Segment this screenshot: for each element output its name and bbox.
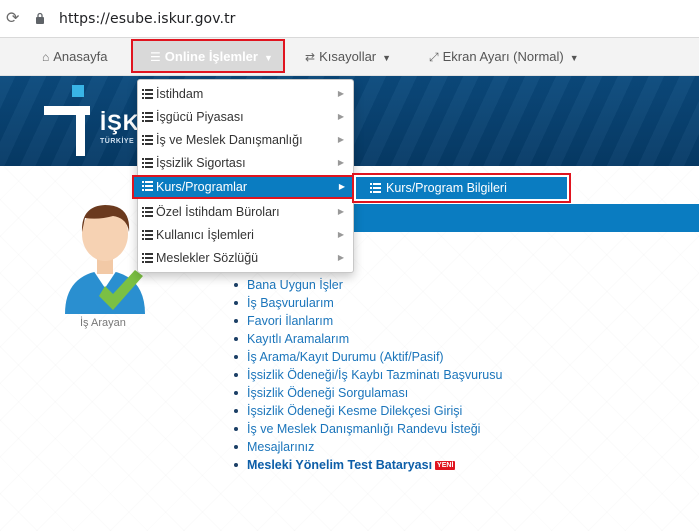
chevron-right-icon: ▶	[337, 253, 344, 262]
logo-text: İŞK	[100, 110, 140, 135]
submenu-item-label: Kurs/Program Bilgileri	[386, 181, 507, 195]
list-icon	[142, 158, 153, 168]
new-badge: YENİ	[435, 461, 456, 470]
list-icon	[142, 207, 153, 217]
list-icon	[370, 183, 381, 193]
menu-item-label: Meslekler Sözlüğü	[156, 251, 259, 265]
chevron-right-icon: ▶	[337, 158, 344, 167]
expand-icon: ⤢	[429, 50, 439, 64]
link-messages[interactable]: Mesajlarınız	[231, 438, 502, 456]
menu-item-label: İşsizlik Sigortası	[156, 156, 246, 170]
link-vocational-test[interactable]: Mesleki Yönelim Test Bataryası YENİ	[231, 456, 502, 474]
link-saved-searches[interactable]: Kayıtlı Aramalarım	[231, 330, 502, 348]
caret-down-icon: ▼	[263, 52, 273, 63]
list-icon	[142, 181, 153, 191]
list-icon	[142, 112, 153, 122]
chevron-right-icon: ▶	[337, 207, 344, 216]
nav-online-operations[interactable]: ☰ Online İşlemler ▼	[131, 39, 285, 73]
nav-online-label: Online İşlemler	[164, 49, 258, 64]
lock-icon	[36, 12, 44, 24]
url-text[interactable]: https://esube.iskur.gov.tr	[59, 11, 236, 27]
vocational-test-label: Mesleki Yönelim Test Bataryası	[247, 458, 433, 472]
menu-item-label: Özel İstihdam Büroları	[156, 205, 280, 219]
menu-item-label: İşgücü Piyasası	[156, 110, 244, 124]
menu-item-occupation-dictionary[interactable]: Meslekler Sözlüğü ▶	[138, 246, 353, 270]
link-search-status[interactable]: İş Arama/Kayıt Durumu (Aktif/Pasif)	[231, 348, 502, 366]
chevron-right-icon: ▶	[337, 112, 344, 121]
reload-icon[interactable]: ⟳	[6, 10, 20, 28]
nav-screen-settings[interactable]: ⤢ Ekran Ayarı (Normal) ▼	[429, 38, 579, 76]
submenu-item-course-info[interactable]: Kurs/Program Bilgileri	[356, 177, 567, 199]
list-icon	[142, 253, 153, 263]
nav-home[interactable]: ⌂ Anasayfa	[42, 38, 107, 76]
nav-home-label: Anasayfa	[53, 49, 108, 64]
list-icon	[142, 230, 153, 240]
chevron-right-icon: ▶	[337, 89, 344, 98]
caret-down-icon: ▼	[382, 52, 392, 63]
courses-submenu: Kurs/Program Bilgileri	[352, 173, 571, 203]
nav-shortcuts-label: Kısayollar	[319, 49, 377, 64]
top-nav: ⌂ Anasayfa ☰ Online İşlemler ▼ ⇄ Kısayollar ▼…	[0, 38, 699, 76]
caret-down-icon: ▼	[569, 52, 579, 63]
link-unemployment-cancel[interactable]: İşsizlik Ödeneği Kesme Dilekçesi Girişi	[231, 402, 502, 420]
menu-item-employment[interactable]: İstihdam ▶	[138, 82, 353, 106]
online-operations-dropdown: İstihdam ▶ İşgücü Piyasası ▶ İş ve Mesle…	[132, 79, 355, 273]
menu-item-counseling[interactable]: İş ve Meslek Danışmanlığı ▶	[138, 128, 353, 152]
browser-address-bar: ⟳ https://esube.iskur.gov.tr	[0, 0, 699, 38]
link-favorite-ads[interactable]: Favori İlanlarım	[231, 312, 502, 330]
link-job-applications[interactable]: İş Başvurularım	[231, 294, 502, 312]
menu-item-courses[interactable]: Kurs/Programlar ▶	[132, 175, 355, 199]
menu-item-label: Kurs/Programlar	[156, 180, 247, 194]
logo-subtext: TÜRKİYE	[100, 138, 135, 145]
link-suitable-jobs[interactable]: Bana Uygun İşler	[231, 276, 502, 294]
list-icon	[142, 135, 153, 145]
shuffle-icon: ⇄	[305, 50, 316, 64]
menu-item-user-operations[interactable]: Kullanıcı İşlemleri ▶	[138, 223, 353, 247]
menu-item-unemployment-insurance[interactable]: İşsizlik Sigortası ▶	[138, 151, 353, 175]
nav-shortcuts[interactable]: ⇄ Kısayollar ▼	[305, 38, 391, 76]
home-icon: ⌂	[42, 50, 50, 64]
menu-item-label: İş ve Meslek Danışmanlığı	[156, 133, 303, 147]
chevron-right-icon: ▶	[337, 135, 344, 144]
chevron-right-icon: ▶	[338, 182, 345, 191]
link-unemployment-application[interactable]: İşsizlik Ödeneği/İş Kaybı Tazminatı Başv…	[231, 366, 502, 384]
link-counseling-appointment[interactable]: İş ve Meslek Danışmanlığı Randevu İsteği	[231, 420, 502, 438]
menu-item-label: İstihdam	[156, 87, 204, 101]
list-icon: ☰	[150, 50, 161, 64]
menu-item-private-employment[interactable]: Özel İstihdam Büroları ▶	[138, 200, 353, 224]
avatar-label: İş Arayan	[80, 317, 126, 329]
menu-item-labor-market[interactable]: İşgücü Piyasası ▶	[138, 105, 353, 129]
link-unemployment-query[interactable]: İşsizlik Ödeneği Sorgulaması	[231, 384, 502, 402]
section-header-bar	[350, 204, 699, 232]
list-icon	[142, 89, 153, 99]
menu-item-label: Kullanıcı İşlemleri	[156, 228, 254, 242]
chevron-right-icon: ▶	[337, 230, 344, 239]
quick-links-list: Bana Uygun İşler İş Başvurularım Favori …	[231, 276, 502, 474]
nav-screen-label: Ekran Ayarı (Normal)	[442, 49, 564, 64]
